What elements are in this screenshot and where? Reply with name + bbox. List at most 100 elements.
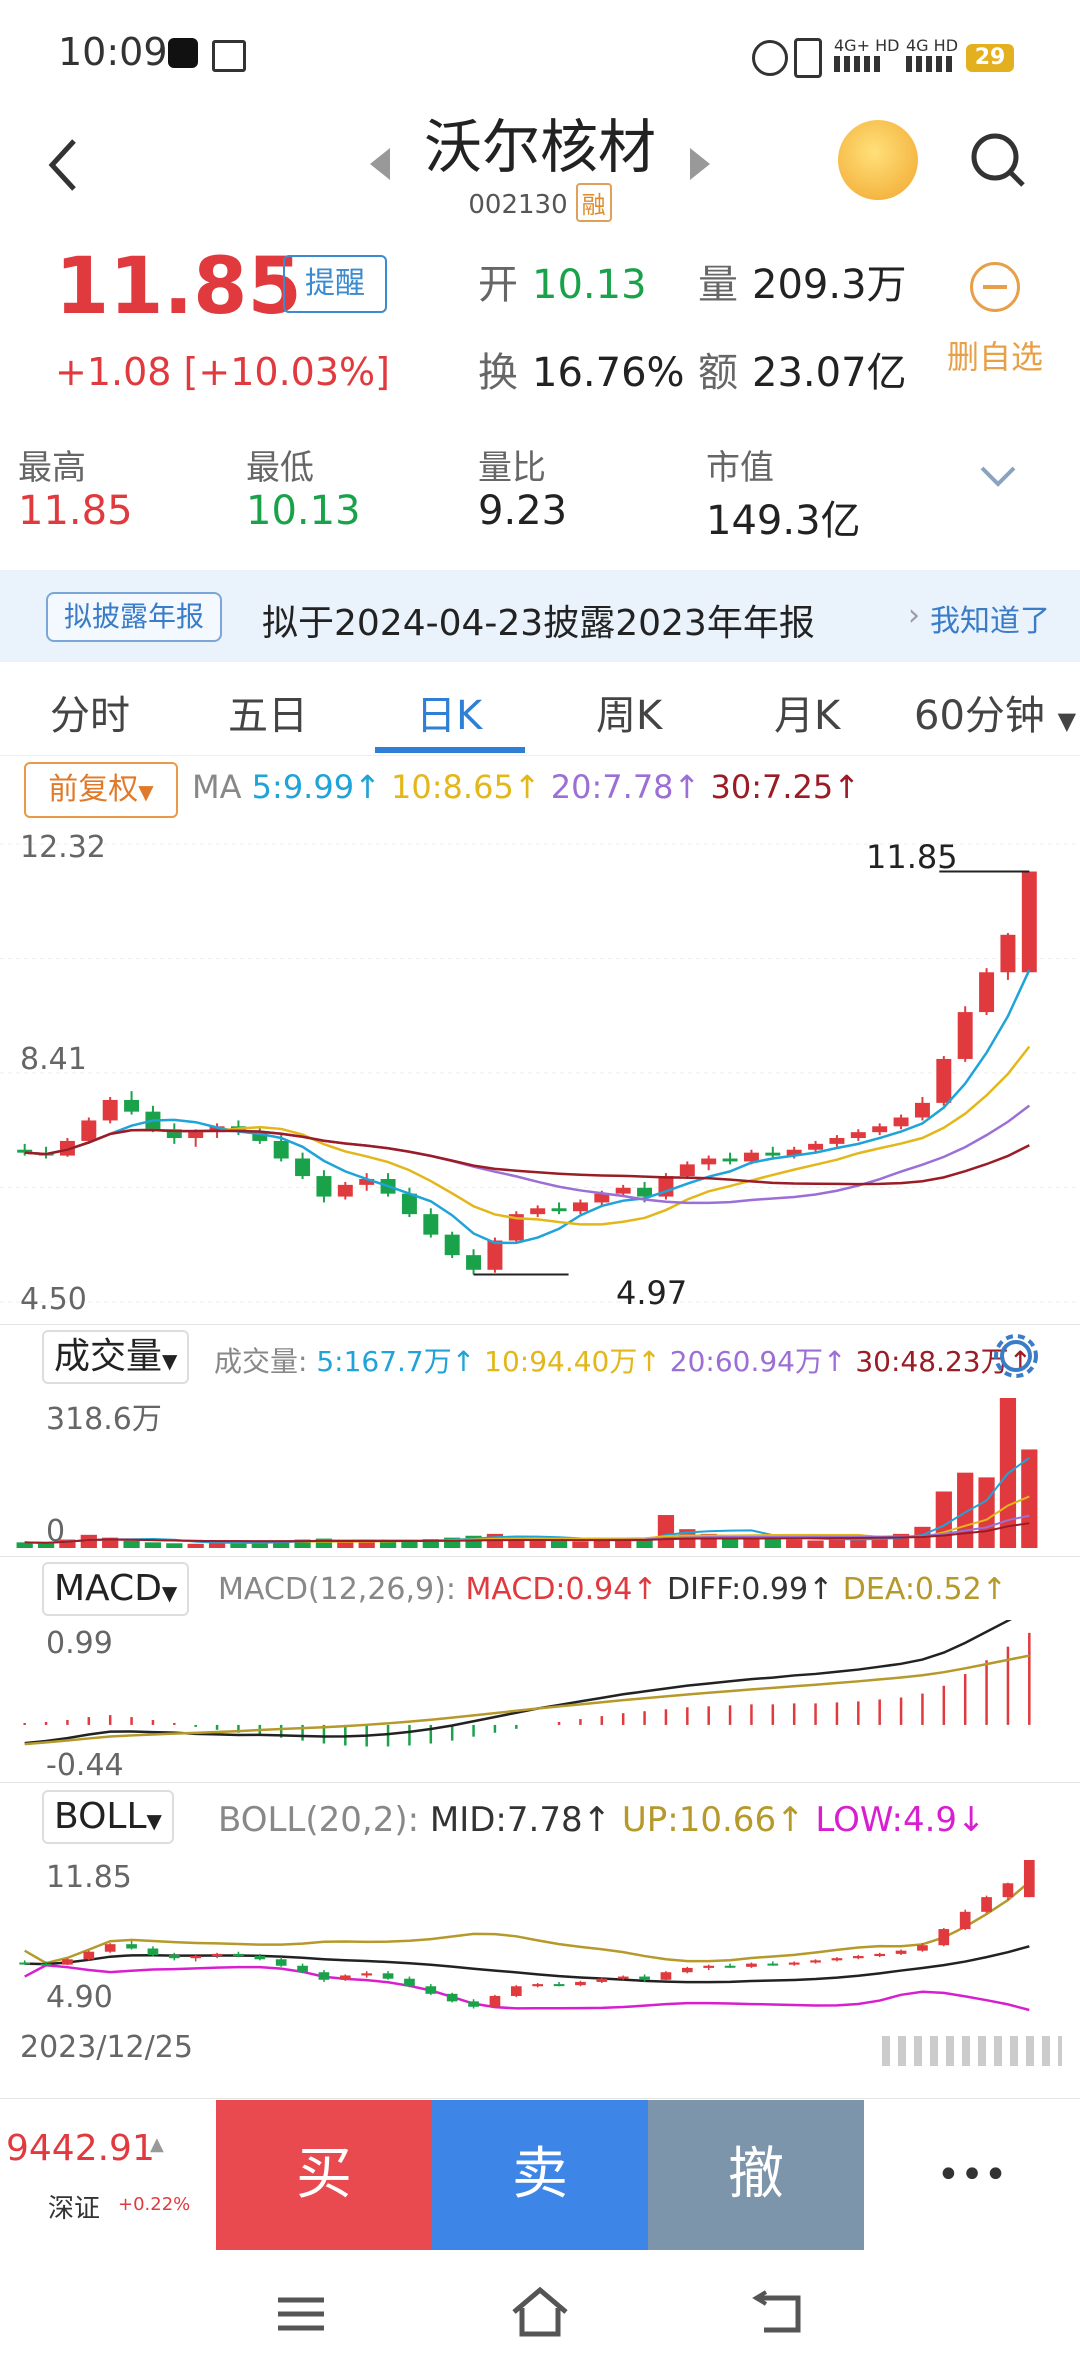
boll-up-value: UP:10.66: [621, 1800, 777, 1840]
candle: [295, 1158, 311, 1177]
announcement-text: 拟于2024-04-23披露2023年年报: [262, 603, 815, 644]
menu-button[interactable]: [276, 2294, 326, 2338]
vibrate-icon: [794, 38, 822, 78]
high-value: 11.85: [18, 488, 133, 534]
boll-candle: [361, 1973, 373, 1976]
search-icon: [971, 133, 1025, 187]
macd-indicator-dropdown[interactable]: MACD▼: [42, 1562, 190, 1616]
candle: [551, 1208, 567, 1212]
volume-chart[interactable]: [0, 1386, 1080, 1556]
adjust-dropdown[interactable]: 前复权▼: [24, 762, 178, 818]
volume-bar: [123, 1540, 140, 1548]
macd-y-top: 0.99: [46, 1626, 113, 1661]
candle: [423, 1214, 439, 1235]
boll-candle: [874, 1953, 886, 1957]
chart-scroll-handle[interactable]: [882, 2036, 1062, 2066]
mascot-icon[interactable]: [838, 120, 918, 200]
tab-daily-k[interactable]: 日K: [416, 683, 482, 741]
boll-candle: [617, 1976, 629, 1979]
remove-watchlist-button[interactable]: 删自选: [930, 262, 1060, 378]
boll-candle: [446, 1993, 458, 2002]
volume-legend: 成交量: 5:167.7万↑ 10:94.40万↑ 20:60.94万↑ 30:…: [214, 1345, 1033, 1378]
macd-indicator-label: MACD: [54, 1568, 162, 1609]
candle: [872, 1126, 888, 1133]
next-stock-button[interactable]: [690, 148, 710, 180]
boll-candle: [981, 1897, 992, 1912]
diff-value: DIFF:0.99: [667, 1572, 809, 1607]
volume-indicator-dropdown[interactable]: 成交量▼: [42, 1330, 190, 1384]
boll-indicator-dropdown[interactable]: BOLL▼: [42, 1790, 174, 1844]
boll-candle: [660, 1972, 672, 1980]
boll-candle: [62, 1959, 73, 1965]
boll-candle: [575, 1981, 586, 1986]
boll-candle: [895, 1950, 907, 1954]
dea-value: DEA:0.52: [842, 1572, 982, 1607]
tab-monthly-k[interactable]: 月K: [774, 683, 840, 741]
more-button[interactable]: •••: [864, 2100, 1080, 2250]
boll-up-line: [24, 1880, 1031, 1965]
volume-bar: [572, 1541, 589, 1548]
boll-chart[interactable]: [0, 1850, 1080, 2020]
candle: [957, 1012, 973, 1059]
boll-candle: [788, 1962, 800, 1965]
tab-60min[interactable]: 60分钟 ▼: [914, 683, 1076, 741]
candle: [572, 1202, 588, 1212]
home-button[interactable]: [510, 2286, 570, 2342]
signal-icon-2: [906, 56, 954, 72]
home-icon: [512, 2286, 568, 2337]
boll-legend: BOLL(20,2): MID:7.78↑ UP:10.66↑ LOW:4.9↓: [218, 1800, 986, 1840]
candle: [765, 1152, 781, 1156]
candle: [188, 1132, 204, 1139]
kline-y-bottom: 4.50: [20, 1282, 87, 1317]
low-label: 最低: [246, 448, 314, 488]
period-tabs: 分时 五日 日K 周K 月K 60分钟 ▼: [0, 665, 1080, 756]
index-value[interactable]: 9442.91: [6, 2128, 155, 2169]
ma30-arrow-icon: ↑: [833, 768, 861, 806]
volume-bar: [786, 1539, 803, 1548]
price-change: +1.08 [+10.03%]: [55, 350, 390, 394]
divider: [0, 1324, 1080, 1325]
boll-candle: [297, 1965, 308, 1973]
boll-candle: [404, 1978, 415, 1987]
macd-chart[interactable]: [0, 1620, 1080, 1782]
buy-button[interactable]: 买: [216, 2100, 432, 2250]
candle: [936, 1058, 952, 1103]
status-time: 10:09: [58, 30, 168, 74]
volume-bar: [550, 1540, 568, 1548]
boll-candle: [233, 1953, 244, 1957]
back-nav-button[interactable]: [752, 2290, 806, 2340]
boll-candle: [126, 1944, 137, 1949]
macd-y-bottom: -0.44: [46, 1748, 124, 1783]
boll-candle: [681, 1967, 693, 1973]
tab-intraday[interactable]: 分时: [50, 683, 130, 741]
mcap-value: 149.3亿: [706, 498, 861, 544]
open-label: 开: [478, 262, 518, 308]
candle: [530, 1208, 546, 1215]
candle: [979, 972, 995, 1013]
tab-five-day[interactable]: 五日: [228, 683, 308, 741]
volume-bar: [187, 1543, 204, 1548]
boll-low-value: LOW:4.9: [815, 1800, 958, 1840]
search-button[interactable]: [968, 130, 1028, 194]
sell-button[interactable]: 卖: [432, 2100, 648, 2250]
indicator-settings-button[interactable]: [990, 1330, 1042, 1386]
system-nav-bar: [0, 2250, 1080, 2376]
kline-chart[interactable]: [0, 822, 1080, 1324]
expand-button[interactable]: [978, 462, 1018, 496]
dropdown-triangle-icon: ▼: [138, 780, 154, 804]
acknowledge-button[interactable]: 我知道了: [930, 596, 1050, 640]
open-item: 开 10.13: [478, 252, 647, 310]
volume-y-bottom: 0: [46, 1514, 66, 1549]
vol-ratio-label: 量比: [478, 448, 546, 488]
boll-params: BOLL(20,2):: [218, 1800, 420, 1840]
boll-candle: [1023, 1860, 1035, 1898]
remind-button[interactable]: 提醒: [283, 255, 387, 313]
macd-value: MACD:0.94: [465, 1572, 633, 1607]
boll-candle: [1002, 1883, 1014, 1898]
boll-y-bottom: 4.90: [46, 1980, 113, 2015]
tab-weekly-k[interactable]: 周K: [596, 683, 662, 741]
cancel-order-button[interactable]: 撤: [648, 2100, 864, 2250]
signal-icon: [834, 56, 882, 72]
vol5-value: 5:167.7万: [316, 1345, 452, 1378]
boll-candle: [83, 1951, 95, 1960]
